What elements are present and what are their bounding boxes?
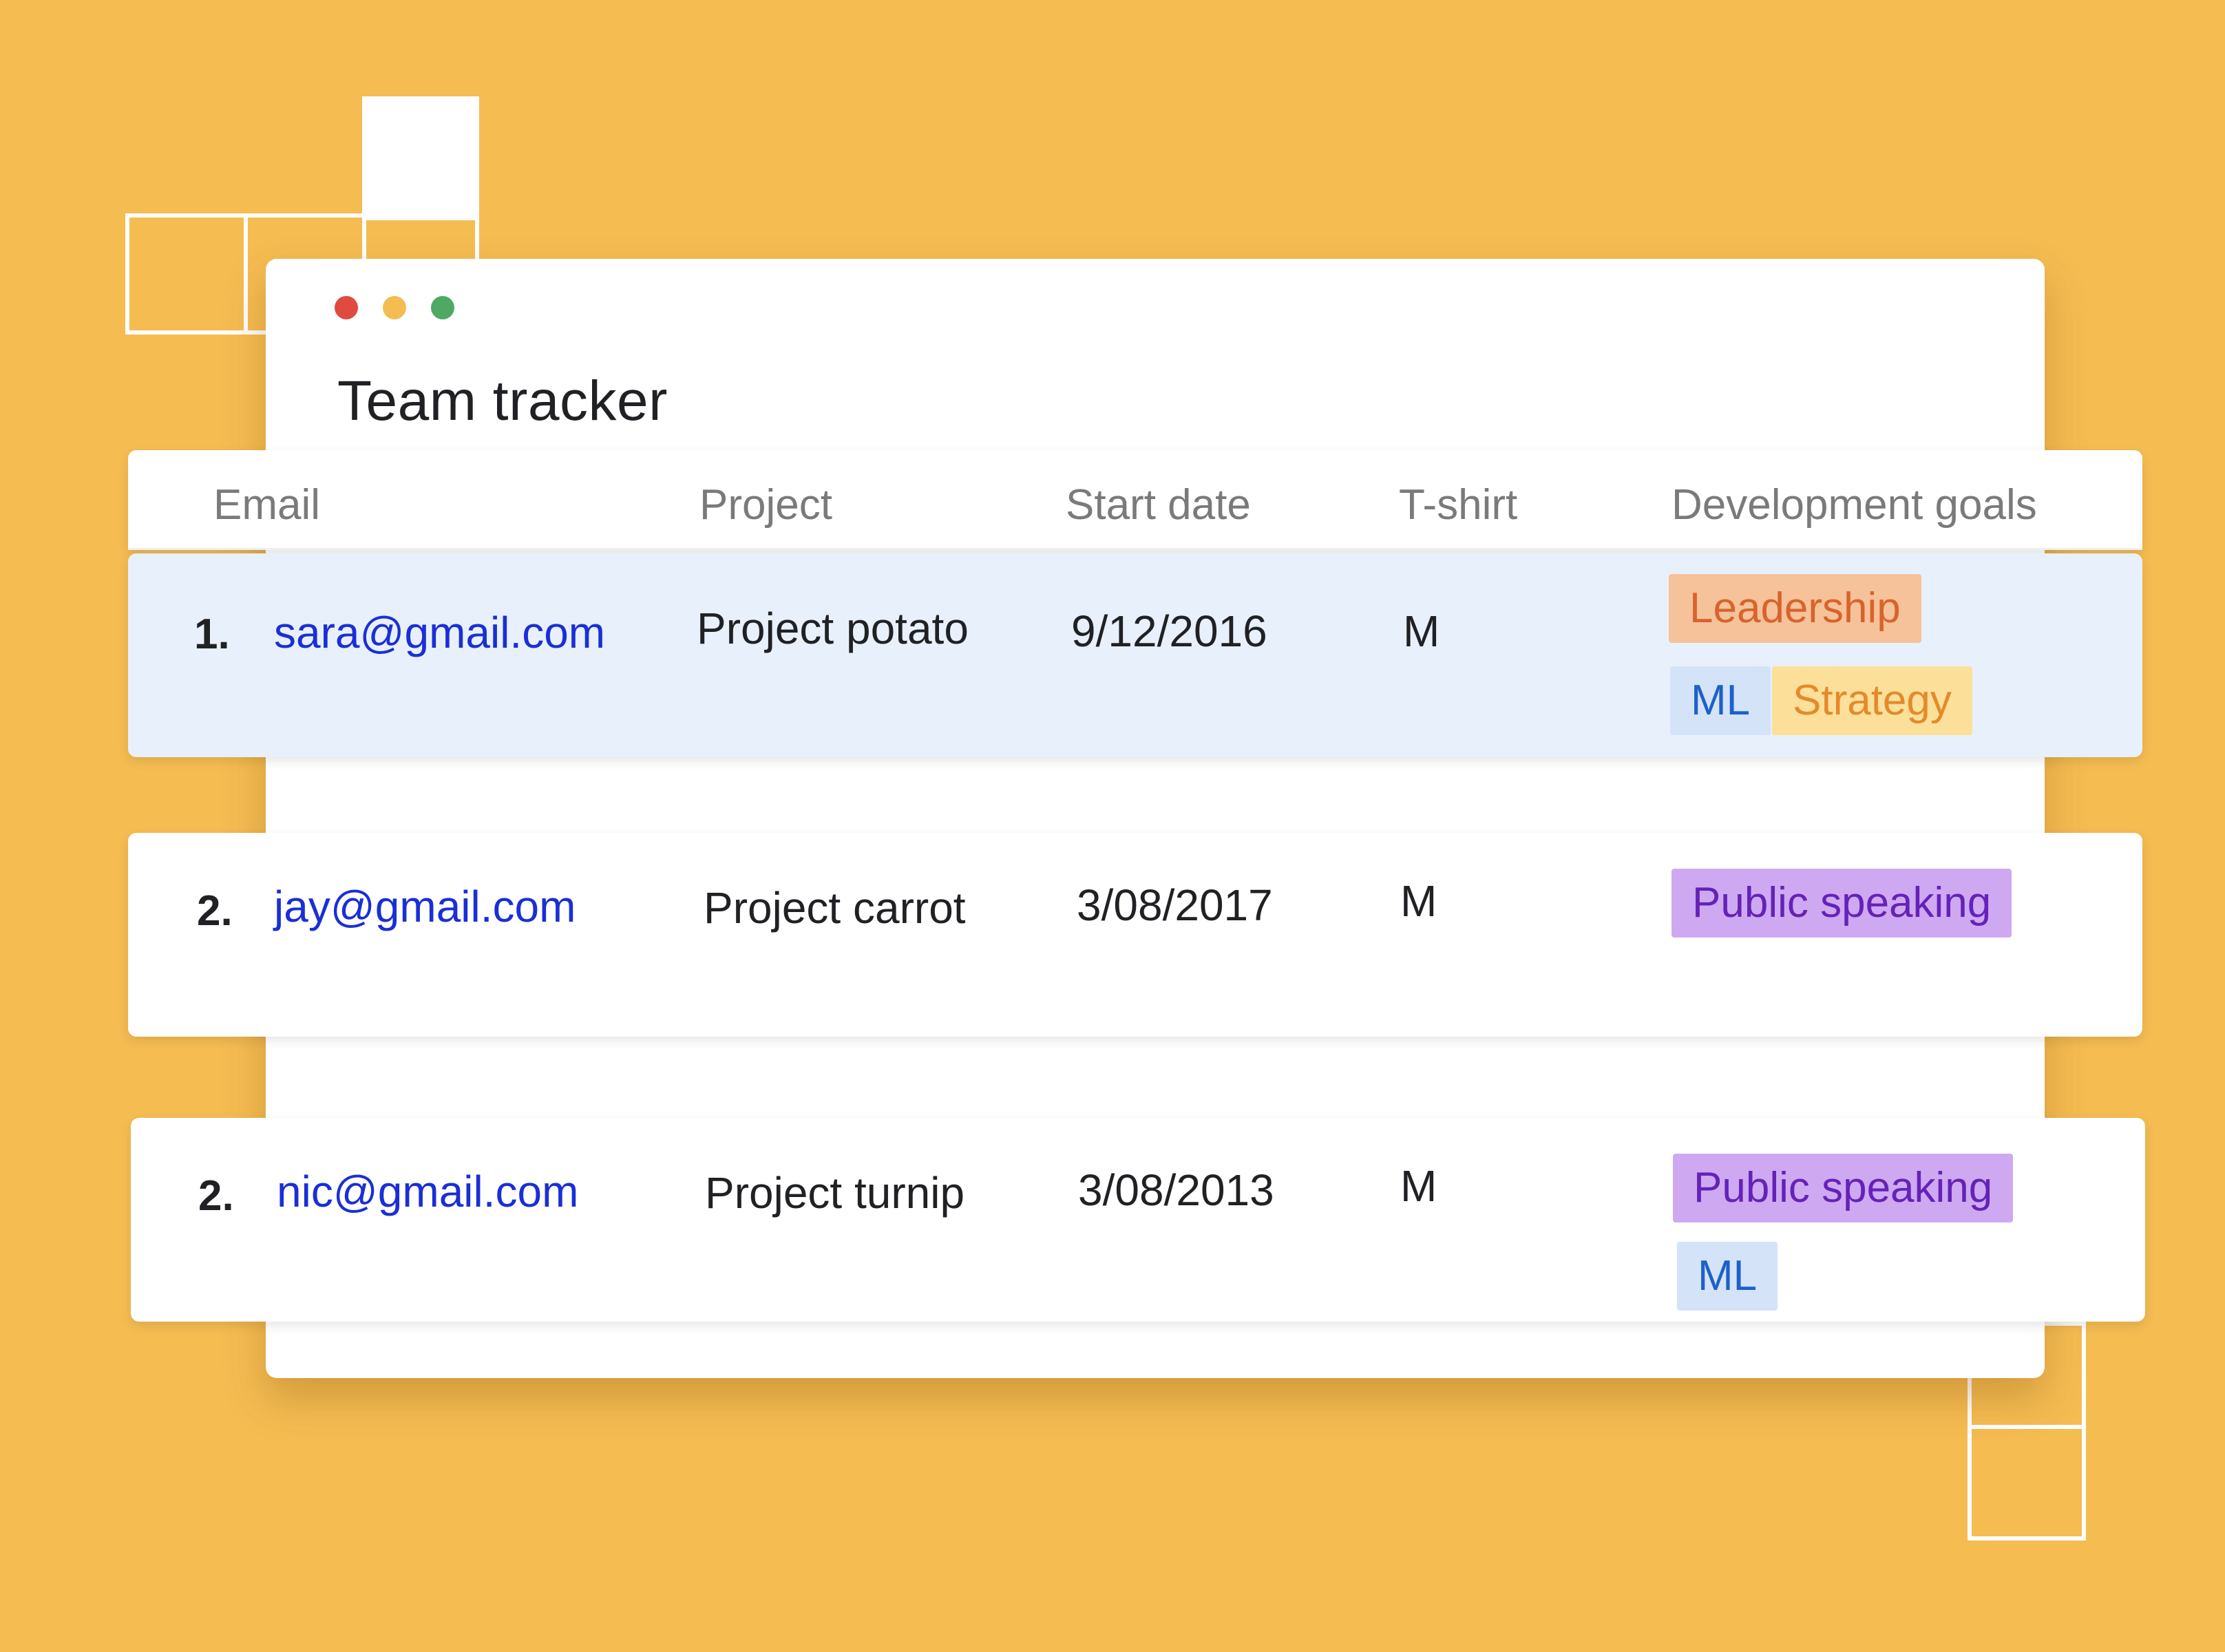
tshirt-cell: M	[1400, 1161, 1437, 1211]
illustration-canvas: Team tracker Email Project Start date T-…	[0, 0, 2225, 1652]
row-number: 2.	[197, 887, 233, 935]
decor-square	[362, 96, 479, 220]
maximize-window-button[interactable]	[431, 296, 454, 319]
table-row[interactable]: 2. jay@gmail.com Project carrot 3/08/201…	[128, 833, 2142, 1037]
column-header-project[interactable]: Project	[699, 480, 832, 529]
start-date-cell: 3/08/2017	[1077, 880, 1273, 930]
project-cell: Project carrot	[704, 883, 966, 933]
goal-tag-public-speaking[interactable]: Public speaking	[1672, 869, 2012, 938]
email-link[interactable]: nic@gmail.com	[277, 1166, 578, 1217]
email-link[interactable]: jay@gmail.com	[274, 881, 576, 932]
column-header-start-date[interactable]: Start date	[1066, 480, 1251, 529]
decor-square	[125, 213, 248, 335]
decor-square	[1968, 1425, 2086, 1540]
tshirt-cell: M	[1403, 606, 1440, 656]
column-header-tshirt[interactable]: T-shirt	[1399, 480, 1517, 529]
goal-tag-leadership[interactable]: Leadership	[1669, 574, 1921, 643]
close-window-button[interactable]	[335, 296, 358, 319]
row-number: 2.	[198, 1172, 234, 1220]
table-row[interactable]: 1. sara@gmail.com Project potato 9/12/20…	[128, 553, 2142, 757]
page-title: Team tracker	[337, 370, 668, 432]
window-controls	[335, 296, 454, 319]
row-number: 1.	[194, 611, 230, 658]
table-row[interactable]: 2. nic@gmail.com Project turnip 3/08/201…	[131, 1118, 2145, 1322]
goal-tag-public-speaking[interactable]: Public speaking	[1673, 1154, 2014, 1222]
project-cell: Project turnip	[705, 1168, 965, 1218]
column-header-email[interactable]: Email	[213, 480, 320, 529]
column-header-development-goals[interactable]: Development goals	[1672, 480, 2037, 529]
tshirt-cell: M	[1400, 876, 1437, 926]
start-date-cell: 3/08/2013	[1078, 1165, 1274, 1215]
goal-tag-ml[interactable]: ML	[1677, 1242, 1778, 1311]
goal-tag-ml[interactable]: ML	[1670, 666, 1771, 735]
project-cell: Project potato	[697, 604, 969, 653]
table-header: Email Project Start date T-shirt Develop…	[128, 450, 2142, 550]
minimize-window-button[interactable]	[383, 296, 406, 319]
email-link[interactable]: sara@gmail.com	[274, 607, 605, 658]
start-date-cell: 9/12/2016	[1071, 606, 1267, 656]
goal-tag-strategy[interactable]: Strategy	[1772, 666, 1972, 735]
